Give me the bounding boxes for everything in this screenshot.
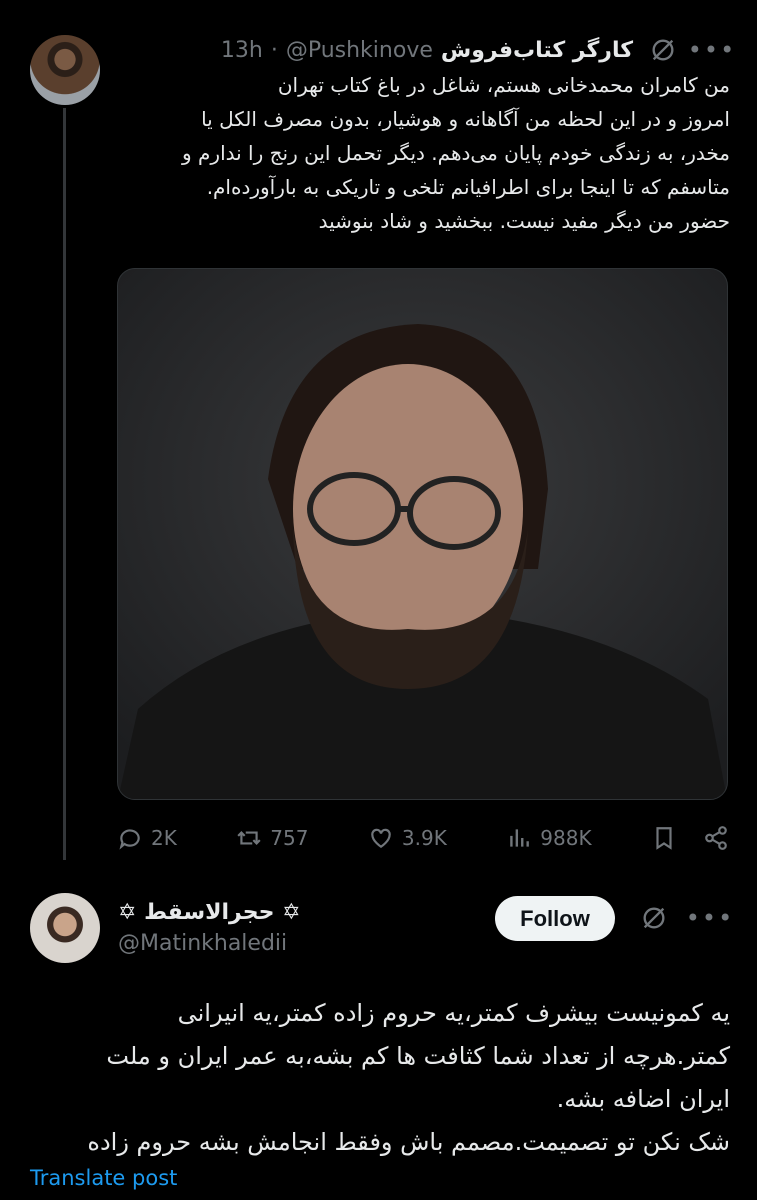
more-options-icon[interactable]: ••• [686, 900, 732, 936]
repost-icon [237, 831, 261, 845]
bookmark-icon[interactable] [651, 825, 677, 851]
view-count: 988K [540, 826, 592, 850]
like-count: 3.9K [401, 826, 447, 850]
reply-text-line: کمتر.هرچه از تعداد شما کثافت ها کم بشه،ب… [106, 1042, 730, 1070]
translate-post-link[interactable]: Translate post [30, 1166, 177, 1190]
timestamp[interactable]: 13h [221, 38, 263, 63]
tweet-text-line: امروز و در این لحظه من آگاهانه و هوشیار،… [201, 107, 730, 131]
views-button[interactable]: 988K [506, 825, 592, 851]
heart-icon [371, 828, 391, 848]
reply-handle[interactable]: @Matinkhaledii [118, 931, 287, 956]
reply-text-line: ایران اضافه بشه. [556, 1085, 730, 1113]
share-icon[interactable] [703, 825, 729, 851]
handle[interactable]: @Pushkinove [286, 38, 433, 63]
like-button[interactable]: 3.9K [368, 825, 447, 851]
thread-connector-line [63, 108, 66, 860]
repost-count: 757 [270, 826, 309, 850]
avatar[interactable] [30, 35, 100, 105]
grok-icon[interactable] [645, 33, 681, 67]
follow-button[interactable]: Follow [495, 896, 615, 941]
tweet-media-photo[interactable] [117, 268, 728, 800]
tweet-text-line: مخدر، به زندگی خودم پایان می‌دهم. دیگر ت… [182, 141, 730, 165]
reply-avatar[interactable] [30, 893, 100, 963]
reply-text-line: شک نکن تو تصمیمت.مصمم باش وفقط انجامش بش… [87, 1128, 730, 1156]
tweet-text-line: من کامران محمدخانی هستم، شاغل در باغ کتا… [277, 73, 730, 97]
separator: · [270, 37, 278, 63]
reply-display-name[interactable]: ✡ حجرالاسقط ✡ [118, 900, 301, 925]
tweet-text-line: حضور من دیگر مفید نیست. ببخشید و شاد بنو… [318, 209, 730, 233]
reply-count: 2K [151, 826, 177, 850]
photo-portrait [118, 269, 727, 799]
repost-button[interactable]: 757 [236, 825, 308, 851]
tweet-text: من کامران محمدخانی هستم، شاغل در باغ کتا… [118, 68, 730, 238]
more-options-icon[interactable]: ••• [688, 33, 734, 67]
reply-text: یه کمونیست بیشرف کمتر،یه حروم زاده کمتر،… [30, 992, 730, 1164]
views-icon [510, 829, 530, 847]
grok-icon[interactable] [636, 900, 672, 936]
tweet-header: کارگر کتاب‌فروش @Pushkinove · 13h [118, 35, 633, 65]
tweet-text-line: متاسفم که تا اینجا برای اطرافیانم تلخی و… [206, 175, 730, 199]
tweet-action-bar: 2K 757 3.9K 988K [117, 818, 729, 858]
reply-text-line: یه کمونیست بیشرف کمتر،یه حروم زاده کمتر،… [177, 999, 730, 1027]
display-name[interactable]: کارگر کتاب‌فروش [441, 38, 633, 63]
reply-icon [119, 829, 140, 850]
reply-button[interactable]: 2K [117, 825, 177, 851]
